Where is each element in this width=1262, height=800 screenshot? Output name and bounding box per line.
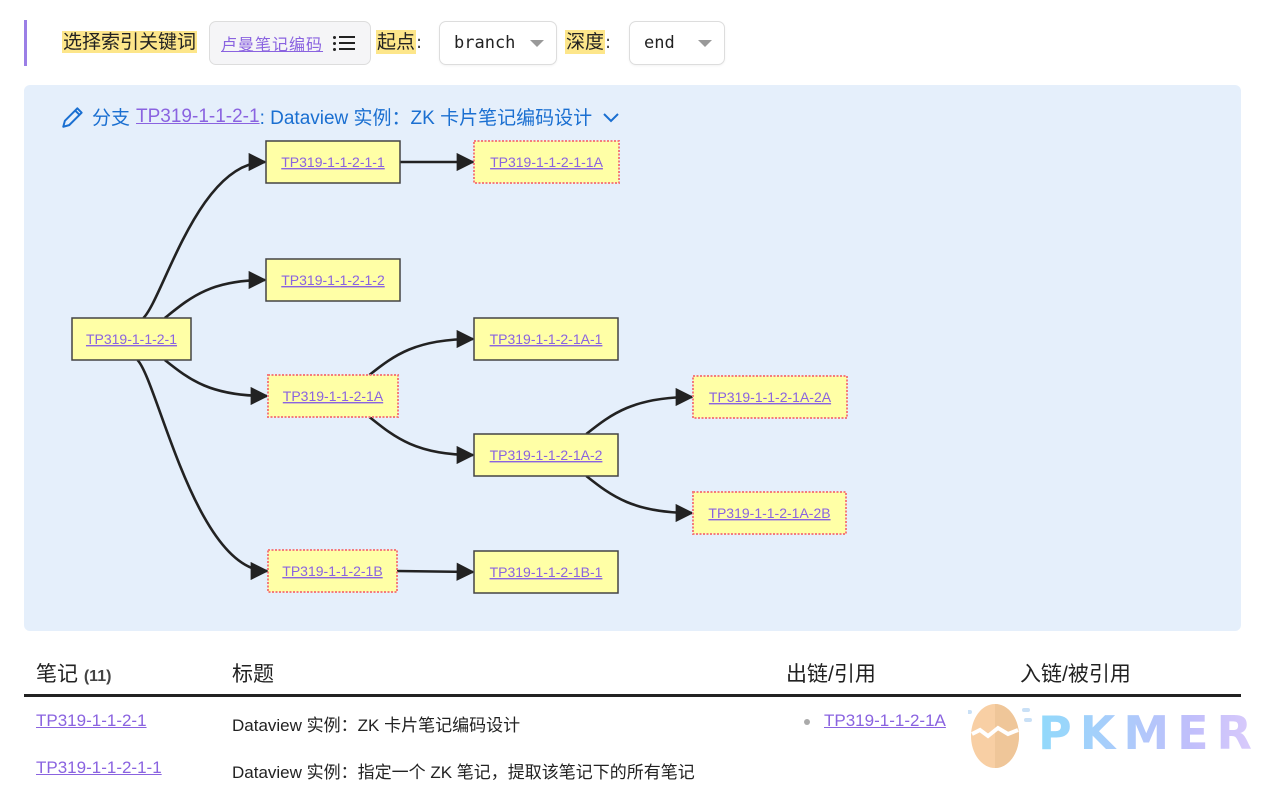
node-link[interactable]: TP319-1-1-2-1-2 (281, 272, 385, 288)
keyword-link[interactable]: 卢曼笔记编码 (221, 31, 323, 55)
graph-node[interactable]: TP319-1-1-2-1A (267, 374, 399, 418)
graph-edge (136, 359, 269, 581)
node-link[interactable]: TP319-1-1-2-1A-1 (490, 331, 603, 347)
graph-edge (585, 387, 694, 436)
note-link[interactable]: TP319-1-1-2-1 (36, 711, 147, 731)
node-link[interactable]: TP319-1-1-2-1A (283, 388, 384, 404)
graph-node[interactable]: TP319-1-1-2-1-1 (265, 140, 401, 184)
node-link[interactable]: TP319-1-1-2-1 (86, 331, 177, 347)
graph-edge (368, 329, 475, 377)
start-label: 起点: (376, 30, 423, 54)
note-link[interactable]: TP319-1-1-2-1-1 (36, 758, 162, 778)
header-note[interactable]: 笔记 (11) (36, 658, 111, 688)
header-outlinks[interactable]: 出链/引用 (786, 658, 876, 688)
graph-node[interactable]: TP319-1-1-2-1 (71, 317, 192, 361)
node-link[interactable]: TP319-1-1-2-1B-1 (490, 564, 603, 580)
branch-graph: TP319-1-1-2-1 TP319-1-1-2-1-1 TP319-1-1-2-… (71, 140, 848, 594)
graph-node[interactable]: TP319-1-1-2-1-2 (265, 258, 401, 302)
outlink-link[interactable]: TP319-1-1-2-1A (824, 711, 946, 730)
depth-select[interactable]: end (629, 21, 725, 65)
keyword-selector[interactable]: 卢曼笔记编码 (209, 21, 371, 65)
depth-label: 深度: (565, 30, 612, 54)
node-link[interactable]: TP319-1-1-2-1A-2B (708, 505, 830, 521)
node-link[interactable]: TP319-1-1-2-1B (282, 563, 382, 579)
graph-node[interactable]: TP319-1-1-2-1A-1 (473, 317, 619, 361)
bullet (804, 718, 810, 725)
graph-node[interactable]: TP319-1-1-2-1B (267, 549, 398, 593)
pkmer-text: PKMER (1038, 706, 1260, 760)
graph-node[interactable]: TP319-1-1-2-1A-2B (692, 491, 847, 535)
header-inlinks[interactable]: 入链/被引用 (1020, 658, 1131, 688)
graph-node[interactable]: TP319-1-1-2-1A-2A (692, 375, 848, 419)
graph-node[interactable]: TP319-1-1-2-1B-1 (473, 550, 619, 594)
node-link[interactable]: TP319-1-1-2-1A-2 (490, 447, 603, 463)
pkmer-watermark: PKMER (968, 700, 1252, 780)
graph-edge (368, 415, 475, 465)
graph-edge (164, 358, 269, 406)
node-link[interactable]: TP319-1-1-2-1A-2A (709, 389, 832, 405)
graph-edge (142, 152, 267, 319)
start-select[interactable]: branch (439, 21, 557, 65)
table-header: 笔记 (11) 标题 出链/引用 入链/被引用 (24, 650, 1241, 697)
graph-edge (585, 474, 694, 523)
note-count: (11) (83, 668, 112, 685)
graph-node[interactable]: TP319-1-1-2-1-1A (473, 140, 620, 184)
keyword-label: 选择索引关键词 (62, 31, 198, 53)
graph-edge (396, 562, 475, 581)
header-title[interactable]: 标题 (232, 658, 274, 688)
note-title: Dataview 实例：指定一个 ZK 笔记，提取该笔记下的所有笔记 (232, 763, 695, 782)
caret-down-icon (698, 40, 712, 47)
graph-node[interactable]: TP319-1-1-2-1A-2 (473, 433, 619, 477)
depth-select-value: end (644, 33, 675, 53)
outlink-item: TP319-1-1-2-1A (804, 711, 946, 731)
note-title: Dataview 实例：ZK 卡片笔记编码设计 (232, 716, 521, 735)
egg-logo-icon (968, 704, 1032, 768)
branch-panel: 分支 TP319-1-1-2-1 : Dataview 实例：ZK 卡片笔记编码… (24, 85, 1241, 631)
caret-down-icon (530, 40, 544, 47)
list-icon[interactable] (333, 33, 357, 53)
start-select-value: branch (454, 33, 516, 53)
graph-edge (164, 270, 267, 320)
node-link[interactable]: TP319-1-1-2-1-1A (490, 154, 603, 170)
query-toolbar: 选择索引关键词 卢曼笔记编码 起点: branch 深度: end (24, 20, 744, 66)
callout-accent-bar (24, 20, 27, 66)
node-link[interactable]: TP319-1-1-2-1-1 (281, 154, 385, 170)
